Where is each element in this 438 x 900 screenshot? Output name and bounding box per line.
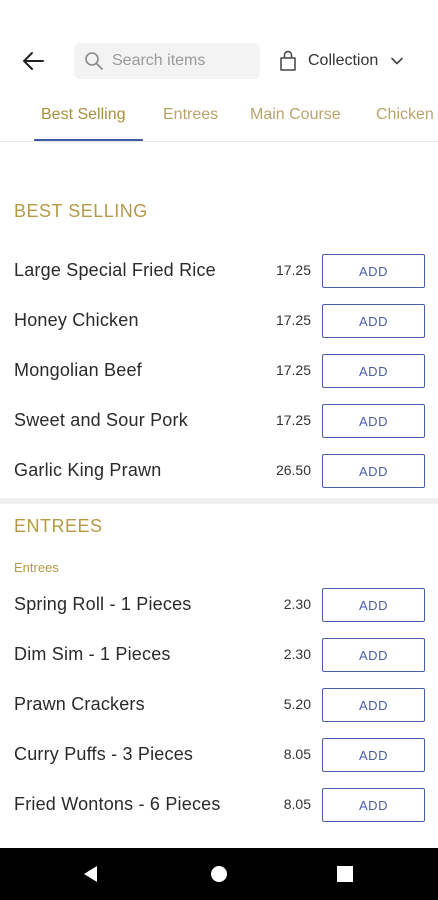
item-name: Fried Wontons - 6 Pieces [14, 794, 221, 814]
circle-home-icon [211, 866, 227, 882]
item-price: 17.25 [275, 362, 311, 378]
item-price: 2.30 [283, 596, 311, 612]
section-title-entrees: ENTREES [14, 516, 103, 536]
nav-recents-button[interactable] [335, 864, 355, 884]
triangle-back-icon [84, 866, 97, 882]
order-type-selector[interactable]: Collection [278, 46, 404, 76]
tab-entrees[interactable]: Entrees [163, 106, 218, 124]
active-tab-indicator [34, 139, 143, 141]
add-button[interactable]: ADD [322, 638, 425, 672]
item-price: 17.25 [275, 412, 311, 428]
item-name: Dim Sim - 1 Pieces [14, 644, 171, 664]
item-price: 8.05 [283, 746, 311, 762]
add-button[interactable]: ADD [322, 254, 425, 288]
nav-back-button[interactable] [80, 864, 100, 884]
item-name: Honey Chicken [14, 310, 139, 330]
search-input[interactable] [112, 52, 242, 70]
item-price: 2.30 [283, 646, 311, 662]
item-price: 26.50 [275, 462, 311, 478]
item-name: Curry Puffs - 3 Pieces [14, 744, 194, 764]
item-name: Large Special Fried Rice [14, 260, 216, 280]
order-type-label: Collection [308, 52, 379, 69]
item-name: Spring Roll - 1 Pieces [14, 594, 192, 614]
add-button[interactable]: ADD [322, 354, 425, 388]
item-price: 17.25 [275, 312, 311, 328]
tab-chicken[interactable]: Chicken [376, 106, 434, 124]
system-navigation-bar [0, 848, 438, 900]
menu-item-row: Fried Wontons - 6 Pieces 8.05 ADD [0, 788, 438, 822]
search-icon [85, 52, 103, 70]
add-button[interactable]: ADD [322, 454, 425, 488]
menu-item-row: Honey Chicken 17.25 ADD [0, 304, 438, 338]
menu-item-row: Prawn Crackers 5.20 ADD [0, 688, 438, 722]
add-button[interactable]: ADD [322, 788, 425, 822]
square-recents-icon [337, 866, 353, 882]
menu-item-row: Large Special Fried Rice 17.25 ADD [0, 254, 438, 288]
menu-item-row: Curry Puffs - 3 Pieces 8.05 ADD [0, 738, 438, 772]
menu-item-row: Mongolian Beef 17.25 ADD [0, 354, 438, 388]
add-button[interactable]: ADD [322, 588, 425, 622]
shopping-bag-icon [280, 50, 296, 71]
search-box[interactable] [74, 43, 260, 79]
top-bar: Collection [0, 0, 438, 100]
item-name: Prawn Crackers [14, 694, 145, 714]
item-price: 8.05 [283, 796, 311, 812]
menu-item-row: Dim Sim - 1 Pieces 2.30 ADD [0, 638, 438, 672]
item-price: 5.20 [283, 696, 311, 712]
add-button[interactable]: ADD [322, 304, 425, 338]
subcategory-label: Entrees [14, 560, 59, 575]
menu-item-row: Garlic King Prawn 26.50 ADD [0, 454, 438, 488]
chevron-down-icon [391, 57, 404, 65]
back-button[interactable] [18, 46, 48, 76]
item-name: Garlic King Prawn [14, 460, 162, 480]
tab-main-course[interactable]: Main Course [250, 106, 341, 124]
add-button[interactable]: ADD [322, 688, 425, 722]
item-name: Sweet and Sour Pork [14, 410, 188, 430]
menu-item-row: Spring Roll - 1 Pieces 2.30 ADD [0, 588, 438, 622]
item-name: Mongolian Beef [14, 360, 142, 380]
arrow-left-icon [23, 52, 44, 70]
nav-home-button[interactable] [209, 864, 229, 884]
category-tabs: Best Selling Entrees Main Course Chicken [0, 96, 438, 142]
item-price: 17.25 [275, 262, 311, 278]
add-button[interactable]: ADD [322, 404, 425, 438]
section-title-best-selling: BEST SELLING [14, 201, 148, 221]
tab-best-selling[interactable]: Best Selling [41, 106, 126, 124]
section-divider [0, 498, 438, 504]
add-button[interactable]: ADD [322, 738, 425, 772]
menu-item-row: Sweet and Sour Pork 17.25 ADD [0, 404, 438, 438]
